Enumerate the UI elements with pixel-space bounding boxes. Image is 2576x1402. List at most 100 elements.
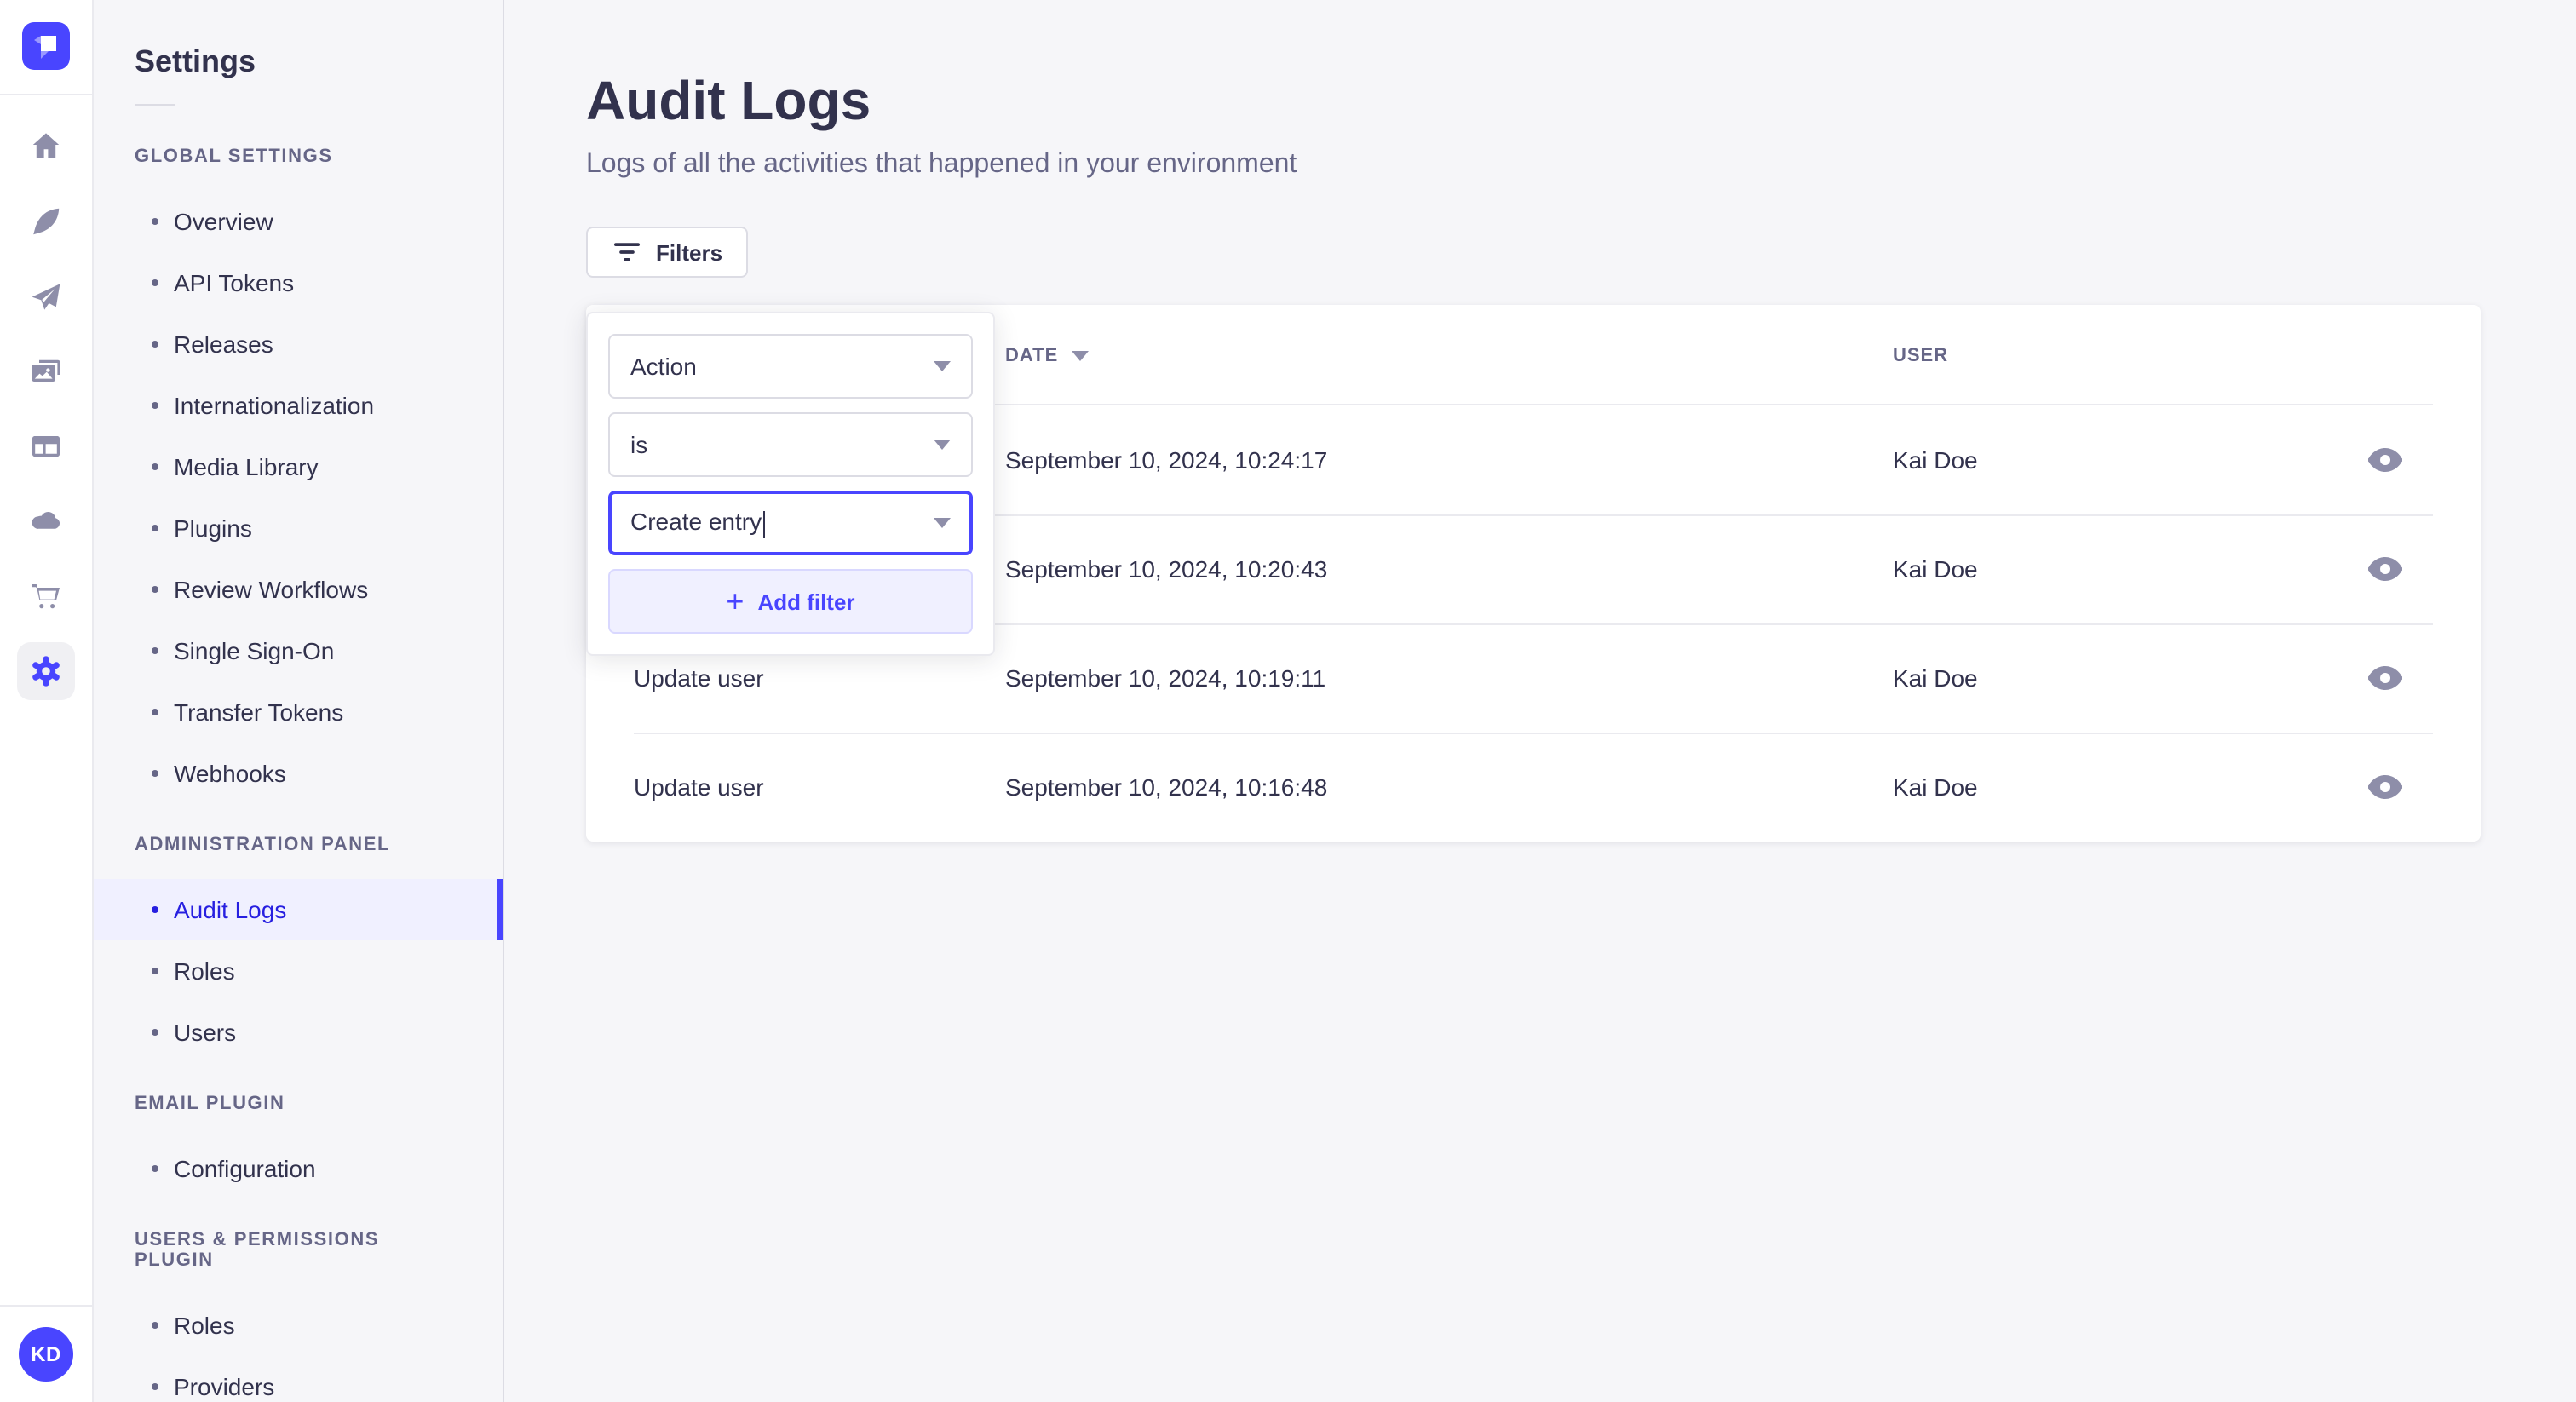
filter-value-combobox[interactable]: Create entry xyxy=(608,491,973,555)
sidebar-item-label: Internationalization xyxy=(174,392,375,419)
releases-plane-icon[interactable] xyxy=(0,259,93,334)
filter-field-select[interactable]: Action xyxy=(608,334,973,399)
sidebar-item-label: API Tokens xyxy=(174,269,295,296)
sidebar-item-transfer-tokens[interactable]: Transfer Tokens xyxy=(94,681,503,743)
sidebar-item-releases[interactable]: Releases xyxy=(94,313,503,375)
settings-nav-sections: GLOBAL SETTINGS Overview API Tokens Release… xyxy=(94,147,503,1402)
cell-user: Kai Doe xyxy=(1893,446,1978,474)
bullet-icon xyxy=(152,1029,158,1036)
eye-icon xyxy=(2368,557,2402,581)
bullet-icon xyxy=(152,906,158,913)
sidebar-item-users[interactable]: Users xyxy=(94,1002,503,1063)
chevron-down-icon xyxy=(934,518,951,528)
filter-popover: Action is Create entry + Add filter xyxy=(586,312,995,656)
sidebar-item-providers[interactable]: Providers xyxy=(94,1356,503,1402)
filter-icon xyxy=(614,243,640,261)
marketplace-cart-icon[interactable] xyxy=(0,559,93,634)
bullet-icon xyxy=(152,647,158,654)
eye-icon xyxy=(2368,666,2402,690)
rail-divider xyxy=(0,94,92,95)
bullet-icon xyxy=(152,968,158,974)
nav-section-label: USERS & PERMISSIONS PLUGIN xyxy=(135,1230,380,1271)
bullet-icon xyxy=(152,279,158,286)
sidebar-item-review-workflows[interactable]: Review Workflows xyxy=(94,559,503,620)
strapi-logo-glyph xyxy=(34,36,56,59)
add-filter-button[interactable]: + Add filter xyxy=(608,569,973,634)
sidebar-item-roles[interactable]: Roles xyxy=(94,940,503,1002)
bullet-icon xyxy=(152,341,158,348)
bullet-icon xyxy=(152,525,158,531)
sidebar-item-label: Releases xyxy=(174,330,273,358)
settings-gear-icon[interactable] xyxy=(0,634,93,709)
subnav-title: Settings xyxy=(135,44,256,78)
nav-section-label: GLOBAL SETTINGS xyxy=(135,147,333,167)
cell-date: September 10, 2024, 10:24:17 xyxy=(1005,446,1328,474)
table-row: Update user September 10, 2024, 10:16:48 K… xyxy=(586,733,2481,842)
sidebar-item-internationalization[interactable]: Internationalization xyxy=(94,375,503,436)
view-log-details-button[interactable] xyxy=(2361,441,2409,479)
bullet-icon xyxy=(152,1165,158,1172)
sidebar-item-label: Configuration xyxy=(174,1155,316,1182)
eye-icon xyxy=(2368,448,2402,472)
cell-date: September 10, 2024, 10:20:43 xyxy=(1005,555,1328,583)
column-header-user: USER xyxy=(1893,345,1949,365)
column-header-date: DATE xyxy=(1005,345,1893,365)
sidebar-item-label: Users xyxy=(174,1019,237,1046)
sidebar-item-api-tokens[interactable]: API Tokens xyxy=(94,252,503,313)
sidebar-item-label: Overview xyxy=(174,208,273,235)
bullet-icon xyxy=(152,770,158,777)
cell-date: September 10, 2024, 10:19:11 xyxy=(1005,664,1326,692)
sidebar-item-webhooks[interactable]: Webhooks xyxy=(94,743,503,804)
cell-user: Kai Doe xyxy=(1893,555,1978,583)
filter-operator-select[interactable]: is xyxy=(608,412,973,477)
sidebar-item-label: Single Sign-On xyxy=(174,637,335,664)
view-log-details-button[interactable] xyxy=(2361,550,2409,588)
sidebar-item-plugins[interactable]: Plugins xyxy=(94,497,503,559)
sidebar-item-configuration[interactable]: Configuration xyxy=(94,1138,503,1199)
page-subtitle: Logs of all the activities that happened… xyxy=(586,150,1297,179)
bullet-icon xyxy=(152,1322,158,1329)
plus-icon: + xyxy=(726,584,745,618)
text-cursor xyxy=(763,510,766,538)
strapi-logo[interactable] xyxy=(22,22,70,70)
nav-section-label: ADMINISTRATION PANEL xyxy=(135,835,391,855)
nav-section-label: EMAIL PLUGIN xyxy=(135,1094,285,1114)
content-manager-feather-icon[interactable] xyxy=(0,184,93,259)
sidebar-item-label: Webhooks xyxy=(174,760,286,787)
sidebar-item-label: Transfer Tokens xyxy=(174,698,344,726)
sidebar-item-label: Providers xyxy=(174,1373,275,1400)
sort-by-date-button[interactable]: DATE xyxy=(1005,345,1090,365)
cell-date: September 10, 2024, 10:16:48 xyxy=(1005,773,1328,801)
rail-bottom-divider xyxy=(0,1305,92,1307)
sidebar-item-roles[interactable]: Roles xyxy=(94,1295,503,1356)
sidebar-item-audit-logs[interactable]: Audit Logs xyxy=(94,879,503,940)
sidebar-item-label: Roles xyxy=(174,957,235,985)
chevron-down-icon xyxy=(934,440,951,450)
sidebar-item-label: Plugins xyxy=(174,514,252,542)
view-log-details-button[interactable] xyxy=(2361,768,2409,806)
page-title: Audit Logs xyxy=(586,70,871,131)
sidebar-item-label: Media Library xyxy=(174,453,319,480)
home-icon[interactable] xyxy=(0,109,93,184)
cell-action: Update user xyxy=(634,773,764,801)
sidebar-item-single-sign-on[interactable]: Single Sign-On xyxy=(94,620,503,681)
settings-subnav: Settings GLOBAL SETTINGS Overview API Toke… xyxy=(94,0,504,1402)
content-type-builder-icon[interactable] xyxy=(0,409,93,484)
cell-action: Update user xyxy=(634,664,764,692)
cell-user: Kai Doe xyxy=(1893,664,1978,692)
cloud-deploy-icon[interactable] xyxy=(0,484,93,559)
filters-button[interactable]: Filters xyxy=(586,227,749,278)
chevron-down-icon xyxy=(934,361,951,371)
bullet-icon xyxy=(152,218,158,225)
bullet-icon xyxy=(152,709,158,715)
sidebar-item-label: Audit Logs xyxy=(174,896,287,923)
sidebar-item-media-library[interactable]: Media Library xyxy=(94,436,503,497)
strapi-admin: KD Settings GLOBAL SETTINGS Overview API T… xyxy=(0,0,2576,1402)
media-library-icon[interactable] xyxy=(0,334,93,409)
sidebar-item-label: Roles xyxy=(174,1312,235,1339)
view-log-details-button[interactable] xyxy=(2361,659,2409,697)
bullet-icon xyxy=(152,463,158,470)
sidebar-item-overview[interactable]: Overview xyxy=(94,191,503,252)
user-avatar[interactable]: KD xyxy=(19,1327,73,1382)
eye-icon xyxy=(2368,775,2402,799)
